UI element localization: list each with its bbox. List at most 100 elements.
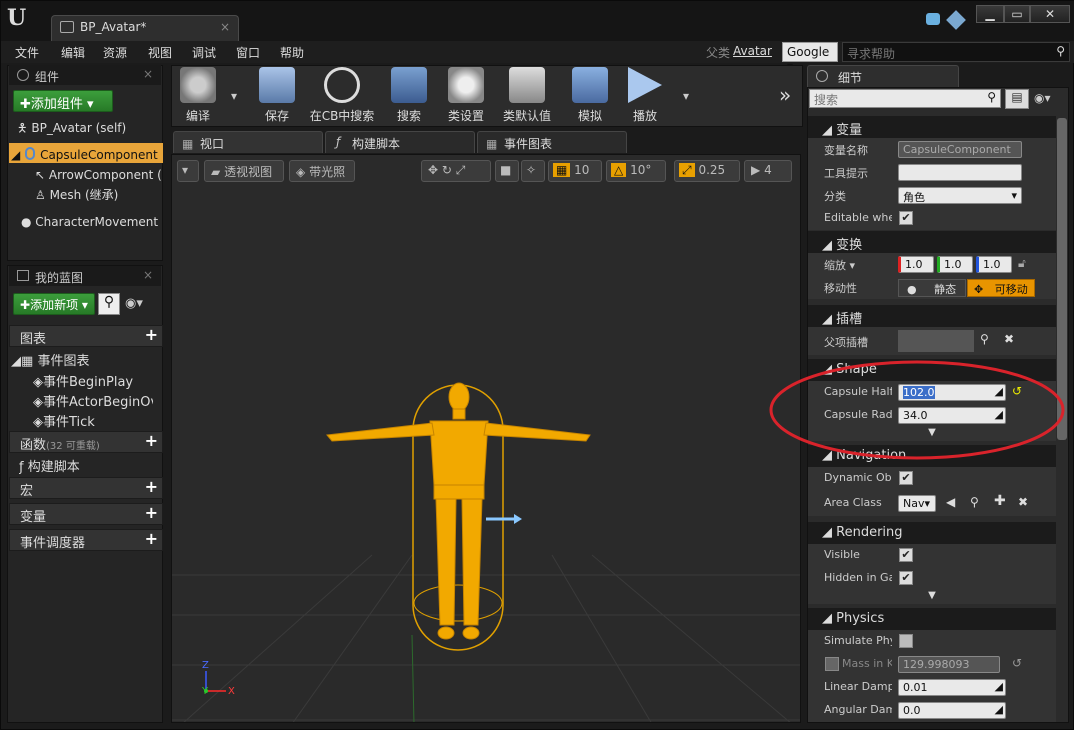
play-options-icon[interactable]: ▾ [683, 89, 689, 103]
tab-viewport[interactable]: ▦ 视口 [173, 131, 323, 153]
rotation-snap-button[interactable]: △ 10° [606, 160, 666, 182]
add-macro-icon[interactable]: + [145, 479, 158, 495]
details-search-input[interactable]: 搜索 ⚲ [809, 89, 1001, 108]
add-dispatcher-icon[interactable]: + [145, 531, 158, 547]
play-button[interactable]: 播放 [623, 67, 667, 125]
maximize-button[interactable]: ▭ [1004, 5, 1030, 23]
surface-snap-icon[interactable]: ✧ [521, 160, 545, 182]
category-rendering[interactable]: ◢ Rendering [808, 522, 1056, 544]
class-defaults-button[interactable]: 类默认值 [499, 67, 555, 125]
expand-toolbar-icon[interactable]: » [779, 83, 791, 107]
scale-x-field[interactable]: 1.0 [898, 256, 934, 273]
hidden-in-game-checkbox[interactable]: ✔ [899, 571, 913, 585]
category-variable[interactable]: ◢ 变量 [808, 116, 1056, 138]
clear-icon[interactable]: ✖ [1004, 332, 1014, 346]
mass-override-checkbox[interactable] [825, 657, 839, 671]
add-icon[interactable]: ✚ [994, 493, 1006, 509]
add-component-button[interactable]: ✚添加组件 ▾ [13, 90, 113, 112]
save-button[interactable]: 保存 [257, 67, 297, 125]
variable-name-field[interactable]: CapsuleComponent [898, 141, 1022, 158]
tree-item-movement[interactable]: ● CharacterMovement (继 [21, 213, 161, 230]
static-toggle[interactable]: ● 静态 [898, 279, 966, 297]
simulate-physics-checkbox[interactable] [899, 634, 913, 648]
menu-help[interactable]: 帮助 [280, 44, 304, 61]
details-tab[interactable]: 细节 [807, 65, 959, 87]
scale-snap-button[interactable]: ⤢ 0.25 [674, 160, 740, 182]
event-beginplay-item[interactable]: ◈事件BeginPlay [33, 371, 153, 390]
grid-snap-button[interactable]: ▦ 10 [548, 160, 602, 182]
tab-construction-script[interactable]: ƒ 构建脚本 [325, 131, 475, 153]
search-icon[interactable]: ⚲ [980, 332, 989, 346]
compile-button[interactable]: 编译 [177, 67, 219, 125]
camera-speed-button[interactable]: ▶ 4 [744, 160, 792, 182]
macros-section[interactable]: 宏 + [9, 477, 163, 499]
movable-toggle[interactable]: ✥ 可移动 [967, 279, 1035, 297]
search-engine-select[interactable]: Google ▾ [782, 42, 838, 73]
category-transform[interactable]: ◢ 变换 [808, 231, 1056, 253]
close-tab-icon[interactable]: × [220, 20, 230, 34]
simulate-button[interactable]: 模拟 [567, 67, 613, 125]
property-matrix-icon[interactable]: ▤ [1005, 89, 1029, 109]
world-local-icon[interactable]: ■ [495, 160, 519, 182]
view-options-icon[interactable]: ◉▾ [125, 296, 143, 311]
clear-icon[interactable]: ✖ [1018, 495, 1028, 509]
mass-field[interactable]: 129.998093 [898, 656, 1000, 673]
tree-item-self[interactable]: 🯅 BP_Avatar (self) [17, 119, 161, 140]
tree-item-mesh[interactable]: ♙ Mesh (继承) [35, 186, 161, 203]
add-function-icon[interactable]: + [145, 433, 158, 449]
menu-asset[interactable]: 资源 [103, 44, 127, 61]
tree-item-arrow[interactable]: ↖ ArrowComponent (继 [35, 166, 161, 183]
chat-icon[interactable] [926, 13, 940, 25]
event-tick-item[interactable]: ◈事件Tick [33, 411, 153, 430]
marketplace-icon[interactable] [946, 10, 966, 30]
variables-section[interactable]: 变量 + [9, 503, 163, 525]
close-button[interactable]: ✕ [1030, 5, 1070, 23]
graphs-section[interactable]: 图表 + [9, 325, 163, 347]
document-tab[interactable]: BP_Avatar* × [51, 15, 239, 41]
lit-button[interactable]: ◈ 带光照 [289, 160, 355, 182]
search-icon[interactable]: ⚲ [98, 293, 120, 315]
expand-advanced-rendering[interactable]: ▼ [808, 590, 1056, 604]
reset-default-icon[interactable]: ↺ [1012, 656, 1022, 670]
tooltip-field[interactable] [898, 164, 1022, 181]
minimize-button[interactable]: ▁ [976, 5, 1004, 23]
view-options-icon[interactable]: ◉▾ [1034, 91, 1051, 105]
close-panel-icon[interactable]: × [143, 268, 153, 282]
menu-debug[interactable]: 调试 [192, 44, 216, 61]
menu-file[interactable]: 文件 [15, 44, 39, 61]
browse-icon[interactable]: ⚲ [970, 495, 979, 509]
menu-edit[interactable]: 编辑 [61, 44, 85, 61]
add-graph-icon[interactable]: + [145, 327, 158, 343]
category-dropdown[interactable]: 角色 ▾ [898, 187, 1022, 204]
parent-class-link[interactable]: Avatar [733, 44, 772, 58]
linear-damping-field[interactable]: 0.01 ◢ [898, 679, 1006, 696]
dispatchers-section[interactable]: 事件调度器 + [9, 529, 163, 551]
add-new-button[interactable]: ✚添加新项 ▾ [13, 293, 95, 315]
tab-event-graph[interactable]: ▦ 事件图表 [477, 131, 627, 153]
category-physics[interactable]: ◢ Physics [808, 608, 1056, 630]
menu-view[interactable]: 视图 [148, 44, 172, 61]
perspective-button[interactable]: ▰ 透视视图 [204, 160, 284, 182]
menu-window[interactable]: 窗口 [236, 44, 260, 61]
find-in-cb-button[interactable]: 在CB中搜索 [305, 67, 379, 125]
viewport-options-button[interactable]: ▾ [177, 160, 199, 182]
event-graph-item[interactable]: ◢▦ 事件图表 [11, 350, 161, 369]
search-button[interactable]: 搜索 [387, 67, 431, 125]
lock-icon[interactable]: 🔓︎ [1018, 256, 1026, 271]
scale-y-field[interactable]: 1.0 [937, 256, 973, 273]
scale-z-field[interactable]: 1.0 [976, 256, 1012, 273]
category-sockets[interactable]: ◢ 插槽 [808, 305, 1056, 327]
use-selected-icon[interactable]: ◀ [946, 495, 955, 509]
visible-checkbox[interactable]: ✔ [899, 548, 913, 562]
functions-section[interactable]: 函数(32 可重载) + [9, 431, 163, 453]
compile-options-icon[interactable]: ▾ [231, 89, 237, 103]
class-settings-button[interactable]: 类设置 [443, 67, 489, 125]
parent-socket-field[interactable] [898, 330, 974, 352]
angular-damping-field[interactable]: 0.0 ◢ [898, 702, 1006, 719]
transform-tools[interactable]: ✥ ↻ ⤢ [421, 160, 491, 182]
area-class-dropdown[interactable]: Nav▾ [898, 495, 936, 512]
dynamic-obstacle-checkbox[interactable]: ✔ [899, 471, 913, 485]
viewport[interactable]: Z Y X ▾ ▰ 透视视图 ◈ 带光照 ✥ ↻ ⤢ ■ ✧ ▦ 10 △ 10… [171, 154, 801, 723]
event-actorbeginoverlap-item[interactable]: ◈事件ActorBeginOv [33, 391, 153, 410]
help-search-input[interactable]: 寻求帮助 ⚲ [842, 42, 1070, 62]
